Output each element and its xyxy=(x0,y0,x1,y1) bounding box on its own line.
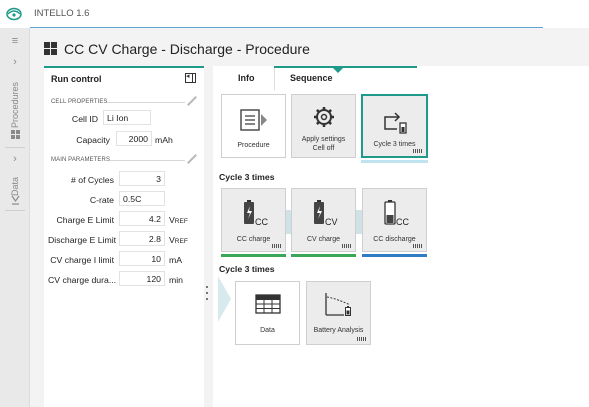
cycle-tile[interactable]: Cycle 3 times xyxy=(361,94,428,158)
cv-charge-status-bar xyxy=(291,254,356,257)
cv-charge-i-limit-unit: mA xyxy=(169,255,183,265)
chevron-right-icon[interactable]: › xyxy=(0,56,30,68)
edit-pencil-icon[interactable] xyxy=(187,154,197,164)
rail-item-data-label: Data xyxy=(10,176,20,196)
discharge-e-limit-unit: VREF xyxy=(169,235,188,245)
chevron-right-icon[interactable]: › xyxy=(0,153,30,165)
cc-charge-tile-label: CC charge xyxy=(236,236,271,243)
title-accent-line xyxy=(30,27,543,28)
table-icon xyxy=(254,294,281,314)
tile-status-bars xyxy=(413,244,422,248)
tab-divider xyxy=(274,68,275,90)
group-expand-arrow-icon[interactable] xyxy=(218,276,231,322)
cycle-icon xyxy=(383,112,407,134)
cc-charge-status-bar xyxy=(221,254,286,257)
tile-status-bars xyxy=(413,149,422,153)
app-title: INTELLO 1.6 xyxy=(34,8,90,19)
svg-text:CC: CC xyxy=(255,217,268,227)
discharge-e-limit-field[interactable]: 2.8 xyxy=(119,231,165,246)
cc-discharge-tile-label: CC discharge xyxy=(373,236,416,243)
discharge-e-limit-label: Discharge E Limit xyxy=(48,235,117,245)
title-bar: INTELLO 1.6 xyxy=(0,0,589,28)
cycle-tile-label: Cycle 3 times xyxy=(373,141,416,148)
rail-divider xyxy=(5,147,25,148)
c-rate-label: C-rate xyxy=(89,195,114,205)
battery-discharge-icon: CC xyxy=(383,200,409,227)
tab-sequence[interactable]: Sequence xyxy=(290,73,333,83)
app-logo-icon xyxy=(6,7,22,21)
tab-info[interactable]: Info xyxy=(238,73,255,83)
cell-id-label: Cell ID xyxy=(71,114,98,124)
section-divider xyxy=(107,102,185,103)
grid-icon xyxy=(44,42,57,55)
panel-splitter-handle[interactable] xyxy=(205,286,209,300)
battery-charge-icon: CV xyxy=(313,200,338,227)
cell-properties-heading: CELL PROPERTIES xyxy=(51,99,108,105)
c-rate-field[interactable]: 0.5C xyxy=(119,191,165,206)
tile-status-bars xyxy=(357,337,366,341)
battery-analysis-tile[interactable]: Battery Analysis xyxy=(306,281,371,345)
tile-status-bars xyxy=(272,244,281,248)
rail-item-data[interactable]: Data xyxy=(2,168,28,196)
cv-charge-duration-field[interactable]: 120 xyxy=(119,271,165,286)
apply-settings-tile[interactable]: Apply settings Cell off xyxy=(291,94,356,158)
left-rail: ≡ › Procedures › Data xyxy=(0,28,30,407)
cell-id-field[interactable]: Li Ion xyxy=(103,110,151,125)
charge-e-limit-field[interactable]: 4.2 xyxy=(119,211,165,226)
svg-text:CV: CV xyxy=(325,217,338,227)
section-divider xyxy=(110,160,185,161)
tile-status-bars xyxy=(342,244,351,248)
sequence-panel: Info Sequence Procedure Apply settings C… xyxy=(213,66,589,407)
hamburger-icon[interactable]: ≡ xyxy=(0,35,30,47)
edit-pencil-icon[interactable] xyxy=(187,96,197,106)
data-icon[interactable] xyxy=(0,193,30,208)
procedures-icon[interactable] xyxy=(0,128,30,142)
battery-charge-icon: CC xyxy=(243,200,268,227)
rail-item-procedures-label: Procedures xyxy=(10,81,20,128)
gear-icon xyxy=(313,107,334,127)
run-control-title: Run control xyxy=(51,74,102,84)
main-parameters-heading: MAIN PARAMETERS xyxy=(51,157,111,163)
cycles-field[interactable]: 3 xyxy=(119,171,165,186)
procedure-tile-label: Procedure xyxy=(237,142,270,149)
cycle-group-1-title: Cycle 3 times xyxy=(219,172,275,182)
page-header: CC CV Charge - Discharge - Procedure xyxy=(30,32,589,66)
run-control-panel: Run control CELL PROPERTIES Cell ID Li I… xyxy=(44,66,204,407)
cv-charge-tile[interactable]: CV CV charge xyxy=(291,188,356,252)
cv-charge-tile-label: CV charge xyxy=(306,236,341,243)
svg-text:CC: CC xyxy=(396,217,409,227)
cv-charge-duration-unit: min xyxy=(169,275,183,285)
capacity-field[interactable]: 2000 xyxy=(116,131,152,146)
collapse-panel-icon[interactable] xyxy=(185,72,196,83)
cc-discharge-tile[interactable]: CC CC discharge xyxy=(362,188,427,252)
capacity-unit: mAh xyxy=(155,135,173,145)
cc-discharge-status-bar xyxy=(362,254,427,257)
rail-divider xyxy=(5,210,25,211)
cv-charge-i-limit-field[interactable]: 10 xyxy=(119,251,165,266)
data-tile-label: Data xyxy=(260,327,275,334)
capacity-label: Capacity xyxy=(76,135,110,145)
cv-charge-duration-label: CV charge dura... xyxy=(48,275,117,285)
page-title: CC CV Charge - Discharge - Procedure xyxy=(64,41,310,57)
procedure-icon xyxy=(239,109,267,131)
cv-charge-i-limit-label: CV charge I limit xyxy=(50,255,114,265)
selected-tile-indicator xyxy=(361,160,428,163)
procedure-tile[interactable]: Procedure xyxy=(221,94,286,158)
rail-item-procedures[interactable]: Procedures xyxy=(2,70,28,128)
battery-analysis-tile-label: Battery Analysis xyxy=(313,327,364,334)
charge-e-limit-unit: VREF xyxy=(169,215,188,225)
battery-analysis-icon xyxy=(324,293,351,316)
tab-active-underline xyxy=(274,66,417,68)
charge-e-limit-label: Charge E Limit xyxy=(56,215,114,225)
cycle-group-2-title: Cycle 3 times xyxy=(219,264,275,274)
apply-settings-tile-label: Apply settings Cell off xyxy=(301,136,346,152)
cycles-label: # of Cycles xyxy=(71,175,114,185)
data-tile[interactable]: Data xyxy=(235,281,300,345)
cc-charge-tile[interactable]: CC CC charge xyxy=(221,188,286,252)
tab-active-indicator xyxy=(333,68,343,73)
